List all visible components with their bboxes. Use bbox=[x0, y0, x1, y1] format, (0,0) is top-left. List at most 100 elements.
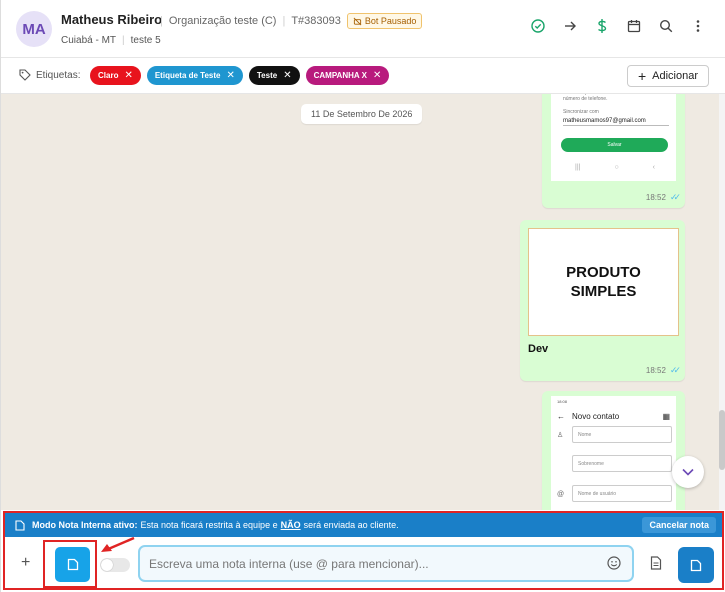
date-separator: 11 De Setembro De 2026 bbox=[301, 104, 423, 124]
label-chip-text: Teste bbox=[256, 71, 278, 80]
contact-location: Cuiabá - MT bbox=[61, 35, 117, 46]
label-chip[interactable]: Etiqueta de Teste ✕ bbox=[146, 66, 243, 85]
internal-note-input[interactable] bbox=[138, 545, 634, 582]
add-label-text: Adicionar bbox=[652, 70, 698, 82]
label-chip[interactable]: Teste ✕ bbox=[248, 66, 300, 85]
arrow-right-icon[interactable] bbox=[562, 18, 578, 34]
remove-label-icon[interactable]: ✕ bbox=[124, 70, 132, 81]
add-label-button[interactable]: + Adicionar bbox=[626, 65, 709, 87]
label-chip-text: Claro bbox=[98, 71, 119, 80]
message-time: 18:52 bbox=[645, 193, 666, 202]
screenshot-save-button: Salvar bbox=[561, 138, 668, 152]
label-chip[interactable]: CAMPANHA X ✕ bbox=[305, 66, 390, 85]
contact-department: teste 5 bbox=[130, 35, 161, 46]
chat-app: MA Matheus Ribeiro | Organização teste (… bbox=[0, 0, 725, 592]
image-text-line: PRODUTO bbox=[566, 264, 641, 281]
header-actions bbox=[530, 18, 706, 34]
labels-title-text: Etiquetas: bbox=[36, 69, 81, 81]
screenshot-email: matheusmamos97@gmail.com bbox=[563, 118, 669, 126]
dollar-icon[interactable] bbox=[594, 18, 610, 34]
bot-off-icon bbox=[353, 17, 362, 25]
message-image[interactable]: contatos que tenham um número de telefon… bbox=[551, 94, 676, 181]
labels-bar: Etiquetas: Claro ✕ Etiqueta de Teste ✕ Tes… bbox=[1, 58, 725, 94]
labels-title: Etiquetas: bbox=[19, 69, 80, 81]
screenshot-field: Nome bbox=[572, 426, 672, 443]
attach-plus-button[interactable]: + bbox=[21, 554, 30, 572]
contact-submeta: Cuiabá - MT | teste 5 bbox=[61, 35, 161, 46]
toggle-knob bbox=[101, 559, 113, 571]
message-caption: Dev bbox=[528, 343, 549, 355]
label-chip-text: CAMPANHA X bbox=[313, 71, 367, 80]
screenshot-status-time: 18:08 bbox=[557, 399, 568, 404]
message-bubble[interactable]: PRODUTO SIMPLES Dev 18:52 ✓✓ bbox=[520, 220, 685, 381]
divider: | bbox=[160, 15, 163, 27]
avatar[interactable]: MA bbox=[16, 11, 52, 47]
read-receipt-icon: ✓✓ bbox=[669, 192, 681, 202]
calendar-icon[interactable] bbox=[626, 18, 642, 34]
message-bubble[interactable]: 18:08 ← Novo contato ▦ ♙ Nome Sobrenome … bbox=[542, 391, 685, 510]
banner-text: será enviada ao cliente. bbox=[303, 520, 399, 530]
more-vertical-icon[interactable] bbox=[690, 18, 706, 34]
annotation-arrow-icon bbox=[101, 536, 135, 552]
composer: Modo Nota Interna ativo: Esta nota ficar… bbox=[1, 510, 725, 592]
remove-label-icon[interactable]: ✕ bbox=[283, 70, 291, 81]
message-time: 18:52 bbox=[645, 366, 666, 375]
check-circle-icon[interactable] bbox=[530, 18, 546, 34]
message-image[interactable]: 18:08 ← Novo contato ▦ ♙ Nome Sobrenome … bbox=[551, 396, 676, 510]
send-note-button[interactable] bbox=[678, 547, 714, 583]
label-chip[interactable]: Claro ✕ bbox=[90, 66, 141, 85]
scroll-to-bottom-button[interactable] bbox=[672, 456, 704, 488]
note-icon bbox=[690, 559, 702, 571]
screenshot-title: Novo contato bbox=[572, 412, 620, 421]
remove-label-icon[interactable]: ✕ bbox=[373, 70, 381, 81]
internal-note-banner: Modo Nota Interna ativo: Esta nota ficar… bbox=[5, 513, 722, 537]
remove-label-icon[interactable]: ✕ bbox=[227, 70, 235, 81]
read-receipt-icon: ✓✓ bbox=[669, 365, 681, 375]
screenshot-text: contatos que tenham um número de telefon… bbox=[563, 94, 618, 102]
label-chips: Claro ✕ Etiqueta de Teste ✕ Teste ✕ CAMPANH… bbox=[90, 66, 390, 85]
note-mode-toggle[interactable] bbox=[100, 558, 130, 572]
ticket-number: T#383093 bbox=[291, 15, 341, 27]
message-meta: 18:52 ✓✓ bbox=[645, 192, 681, 203]
message-meta: 18:52 ✓✓ bbox=[645, 365, 681, 376]
plus-icon: + bbox=[637, 68, 647, 84]
document-icon[interactable] bbox=[650, 556, 662, 570]
note-icon bbox=[15, 519, 25, 531]
home-icon: ○ bbox=[614, 164, 619, 171]
person-icon: ♙ bbox=[557, 432, 564, 439]
organization-name: Organização teste (C) bbox=[168, 15, 277, 27]
divider: | bbox=[122, 35, 125, 46]
divider: | bbox=[282, 15, 286, 27]
tag-icon bbox=[19, 69, 31, 81]
emoji-icon[interactable] bbox=[607, 556, 621, 570]
banner-text: Esta nota ficará restrita à equipe e bbox=[140, 520, 278, 530]
chevron-down-icon bbox=[682, 468, 694, 476]
recent-apps-icon: ||| bbox=[575, 164, 581, 171]
screenshot-nav-bar: ||| ○ ‹ bbox=[575, 164, 655, 171]
bot-status-label: Bot Pausado bbox=[364, 16, 417, 26]
banner-title: Modo Nota Interna ativo: bbox=[32, 520, 138, 530]
screenshot-title-bar: ← Novo contato bbox=[557, 412, 619, 421]
qr-code-icon: ▦ bbox=[662, 412, 670, 421]
highlight-box bbox=[43, 540, 97, 588]
search-icon[interactable] bbox=[658, 18, 674, 34]
cancel-note-button[interactable]: Cancelar nota bbox=[642, 517, 716, 533]
back-arrow-icon: ← bbox=[557, 412, 565, 421]
message-image[interactable]: PRODUTO SIMPLES bbox=[528, 228, 679, 336]
screenshot-field: Nome de usuário bbox=[572, 485, 672, 502]
screenshot-field: Sobrenome bbox=[572, 455, 672, 472]
bot-status-badge[interactable]: Bot Pausado bbox=[346, 13, 423, 29]
screenshot-account-label: Sincronizar com bbox=[563, 109, 599, 115]
scrollbar-thumb[interactable] bbox=[719, 410, 725, 470]
back-icon: ‹ bbox=[652, 164, 655, 171]
label-chip-text: Etiqueta de Teste bbox=[154, 71, 221, 80]
conversation-header: MA Matheus Ribeiro | Organização teste (… bbox=[1, 0, 725, 58]
image-text: PRODUTO SIMPLES bbox=[566, 263, 641, 301]
contact-meta: | Organização teste (C) | T#383093 Bot P… bbox=[160, 13, 423, 29]
message-list[interactable]: 11 De Setembro De 2026 contatos que tenh… bbox=[1, 94, 725, 510]
banner-emphasis: NÃO bbox=[280, 520, 301, 530]
message-bubble[interactable]: contatos que tenham um número de telefon… bbox=[542, 94, 685, 208]
contact-name[interactable]: Matheus Ribeiro bbox=[61, 12, 162, 27]
image-text-line: SIMPLES bbox=[570, 283, 637, 300]
at-icon: @ bbox=[557, 491, 565, 498]
